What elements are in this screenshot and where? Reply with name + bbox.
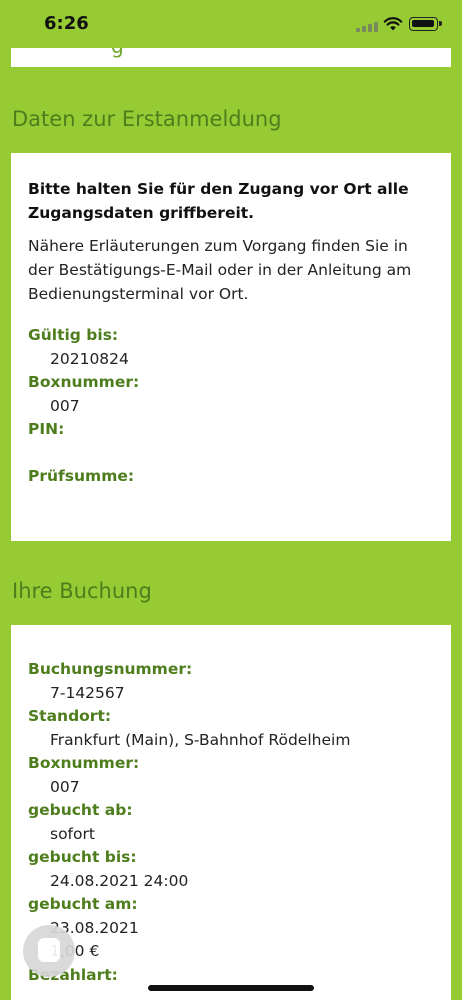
field-label: Boxnummer: bbox=[28, 754, 140, 772]
field-label: Gültig bis: bbox=[28, 326, 119, 344]
field-label: gebucht bis: bbox=[28, 848, 137, 866]
field-value: Frankfurt (Main), S-Bahnhof Rödelheim bbox=[50, 730, 351, 749]
battery-icon bbox=[409, 17, 442, 31]
field-label: gebucht ab: bbox=[28, 801, 133, 819]
section-title-buchung: Ihre Buchung bbox=[12, 579, 152, 603]
status-bar: 6:26 bbox=[0, 0, 462, 50]
status-time: 6:26 bbox=[44, 13, 89, 34]
access-fields: Gültig bis: 20210824 Boxnummer: 007 PIN:… bbox=[28, 324, 434, 512]
previous-card: g bbox=[11, 48, 451, 67]
home-indicator[interactable] bbox=[148, 985, 314, 991]
field-value: sofort bbox=[50, 824, 95, 843]
chat-bubble-icon bbox=[38, 938, 60, 962]
field-label: gebucht am: bbox=[28, 895, 138, 913]
field-value bbox=[28, 489, 434, 513]
section-title-erstanmeldung: Daten zur Erstanmeldung bbox=[12, 107, 282, 131]
field-value: 23.08.2021 bbox=[50, 918, 139, 937]
field-label: Boxnummer: bbox=[28, 373, 140, 391]
field-label: Standort: bbox=[28, 707, 112, 725]
field-label: Prüfsumme: bbox=[28, 467, 135, 485]
field-value: 20210824 bbox=[50, 349, 129, 368]
previous-card-text: g bbox=[111, 48, 124, 58]
field-value: 007 bbox=[50, 777, 80, 796]
field-label: Buchungsnummer: bbox=[28, 660, 193, 678]
field-label: PIN: bbox=[28, 420, 65, 438]
screen: 6:26 g Daten zur Erstanmeldung Bitte hal… bbox=[0, 0, 462, 1000]
erstanmeldung-card: Bitte halten Sie für den Zugang vor Ort … bbox=[11, 153, 451, 541]
field-label: Bezahlart: bbox=[28, 965, 118, 984]
intro-bold-text: Bitte halten Sie für den Zugang vor Ort … bbox=[28, 180, 409, 222]
field-value: 7-142567 bbox=[50, 683, 125, 702]
wifi-icon bbox=[383, 17, 403, 31]
field-value: 24.08.2021 24:00 bbox=[50, 871, 189, 890]
buchung-card: Buchungsnummer: 7-142567 Standort: Frank… bbox=[11, 625, 451, 1000]
field-value: 1,00 € bbox=[50, 942, 100, 960]
chat-button[interactable] bbox=[23, 925, 75, 977]
signal-icon bbox=[356, 22, 378, 32]
intro-text: Nähere Erläuterungen zum Vorgang finden … bbox=[28, 237, 412, 303]
field-value: 007 bbox=[50, 396, 80, 415]
field-value bbox=[28, 442, 434, 466]
